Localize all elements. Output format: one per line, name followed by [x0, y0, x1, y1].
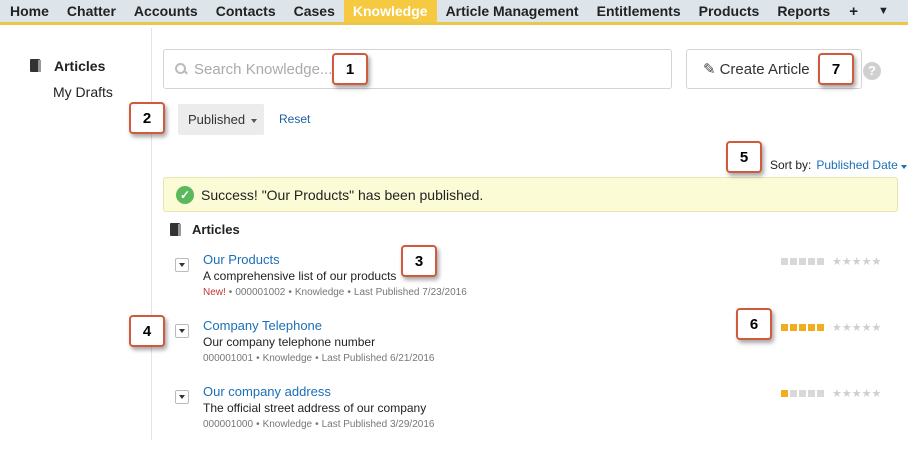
search-icon — [174, 62, 188, 76]
create-article-label: Create Article — [719, 60, 810, 78]
article-title-link[interactable]: Our company address — [203, 384, 331, 399]
tab-contacts[interactable]: Contacts — [207, 0, 285, 22]
callout-6: 6 — [736, 308, 772, 340]
chevron-down-icon — [179, 395, 185, 399]
popularity-square — [781, 258, 788, 265]
chevron-down-icon — [179, 329, 185, 333]
list-item: Our Products A comprehensive list of our… — [175, 252, 895, 302]
article-meta: 000001000 • Knowledge • Last Published 3/29/… — [203, 419, 435, 430]
callout-7: 7 — [818, 53, 854, 85]
new-badge: New! — [203, 287, 226, 298]
article-published-date: Last Published 6/21/2016 — [321, 353, 435, 364]
check-circle-icon: ✓ — [176, 185, 194, 204]
sort-control: Sort by: Published Date — [770, 158, 907, 172]
popularity-square — [817, 324, 824, 331]
row-actions-button[interactable] — [175, 324, 189, 338]
publish-status-dropdown[interactable]: Published — [178, 104, 264, 135]
row-actions-button[interactable] — [175, 390, 189, 404]
popularity-square — [817, 390, 824, 397]
article-description: Our company telephone number — [203, 335, 376, 349]
tab-article-management[interactable]: Article Management — [437, 0, 588, 22]
success-message: Success! "Our Products" has been publish… — [201, 186, 484, 203]
pencil-icon: ✎ — [703, 61, 716, 78]
search-box — [163, 49, 672, 89]
callout-3: 3 — [401, 245, 437, 277]
row-actions-button[interactable] — [175, 258, 189, 272]
popularity-square — [790, 390, 797, 397]
star-rating-icon: ★★★★★ — [832, 322, 882, 334]
book-icon — [170, 222, 182, 237]
star-rating-icon: ★★★★★ — [832, 256, 882, 268]
article-rating: ★★★★★ — [781, 321, 881, 334]
chevron-down-icon — [179, 263, 185, 267]
callout-5: 5 — [726, 141, 762, 173]
popularity-square — [790, 258, 797, 265]
popularity-square — [808, 258, 815, 265]
articles-heading-label: Articles — [192, 222, 240, 237]
article-meta: 000001001 • Knowledge • Last Published 6/21/… — [203, 353, 435, 364]
publish-status-value: Published — [188, 112, 246, 127]
article-description: The official street address of our compa… — [203, 401, 427, 415]
reset-link[interactable]: Reset — [279, 112, 310, 126]
tab-chatter[interactable]: Chatter — [58, 0, 125, 22]
sort-dropdown[interactable]: Published Date — [816, 158, 897, 172]
article-title-link[interactable]: Company Telephone — [203, 318, 322, 333]
tab-cases[interactable]: Cases — [285, 0, 344, 22]
search-input[interactable] — [194, 60, 614, 78]
articles-heading: Articles — [170, 222, 240, 237]
sidebar-item-label: Articles — [54, 58, 106, 74]
book-icon — [30, 59, 42, 73]
popularity-square — [799, 390, 806, 397]
article-title-link[interactable]: Our Products — [203, 252, 280, 267]
popularity-square — [790, 324, 797, 331]
tab-products[interactable]: Products — [690, 0, 769, 22]
article-published-date: Last Published 3/29/2016 — [321, 419, 435, 430]
callout-1: 1 — [332, 53, 368, 85]
sort-label: Sort by: — [770, 158, 812, 172]
tab-entitlements[interactable]: Entitlements — [588, 0, 690, 22]
list-item: Our company address The official street … — [175, 384, 895, 434]
chevron-down-icon — [251, 118, 258, 123]
callout-4: 4 — [129, 315, 165, 347]
tab-knowledge[interactable]: Knowledge — [343, 0, 437, 22]
sidebar: Articles My Drafts — [0, 28, 152, 440]
star-rating-icon: ★★★★★ — [832, 388, 882, 400]
article-published-date: Last Published 7/23/2016 — [353, 287, 467, 298]
plus-icon[interactable]: + — [839, 0, 868, 22]
popularity-square — [781, 390, 788, 397]
popularity-square — [799, 324, 806, 331]
article-rating: ★★★★★ — [781, 387, 881, 400]
popularity-square — [808, 390, 815, 397]
article-type: Knowledge — [294, 287, 345, 298]
list-item: Company Telephone Our company telephone … — [175, 318, 895, 368]
tab-home[interactable]: Home — [0, 0, 58, 22]
article-description: A comprehensive list of our products — [203, 269, 397, 283]
article-number: 000001002 — [235, 287, 286, 298]
top-nav: Home Chatter Accounts Contacts Cases Kno… — [0, 0, 908, 25]
popularity-square — [799, 258, 806, 265]
tab-accounts[interactable]: Accounts — [125, 0, 207, 22]
chevron-down-icon[interactable] — [900, 165, 907, 169]
tab-reports[interactable]: Reports — [768, 0, 839, 22]
sidebar-item-articles[interactable]: Articles — [30, 58, 105, 74]
article-type: Knowledge — [262, 419, 313, 430]
popularity-square — [781, 324, 788, 331]
article-number: 000001000 — [203, 419, 254, 430]
callout-2: 2 — [129, 102, 165, 134]
article-type: Knowledge — [262, 353, 313, 364]
sidebar-item-my-drafts[interactable]: My Drafts — [53, 84, 113, 100]
more-tabs-chevron-down-icon[interactable]: ▼ — [868, 0, 899, 22]
popularity-square — [817, 258, 824, 265]
success-banner: ✓ Success! "Our Products" has been publi… — [163, 177, 898, 212]
help-icon[interactable]: ? — [863, 62, 881, 80]
article-rating: ★★★★★ — [781, 255, 881, 268]
popularity-square — [808, 324, 815, 331]
article-meta: New! • 000001002 • Knowledge • Last Published … — [203, 287, 467, 298]
article-number: 000001001 — [203, 353, 254, 364]
